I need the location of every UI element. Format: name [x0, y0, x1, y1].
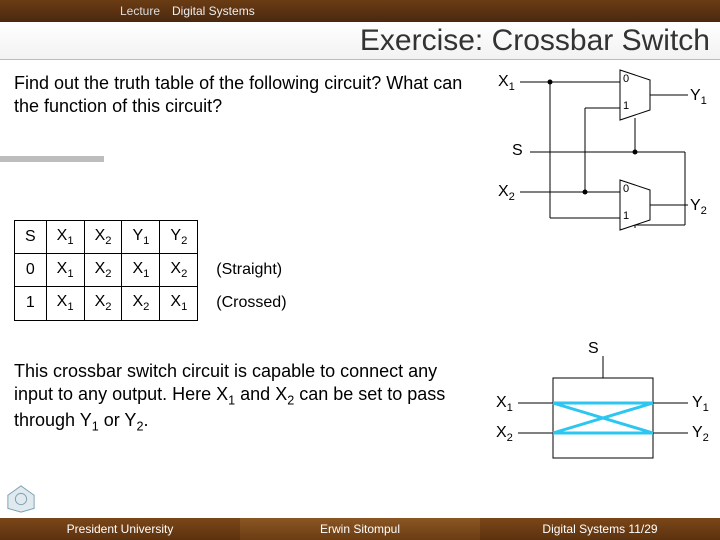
- truth-table: S X1 X2 Y1 Y2 0 X1 X2 X1 X2 (Straight) 1…: [14, 220, 297, 321]
- cell: X2: [84, 254, 122, 287]
- table-row: 1 X1 X2 X2 X1 (Crossed): [15, 287, 297, 320]
- course-name: Digital Systems: [166, 4, 255, 18]
- cell-s1: 1: [15, 287, 47, 320]
- xbar-x2-label: X2: [496, 424, 513, 444]
- footer: President University Erwin Sitompul Digi…: [0, 518, 720, 540]
- cell: X2: [160, 254, 198, 287]
- xbar-y2-label: Y2: [692, 424, 709, 444]
- hdr-s: S: [15, 221, 47, 254]
- footer-left: President University: [0, 518, 240, 540]
- cell: X1: [46, 254, 84, 287]
- cell: X2: [84, 287, 122, 320]
- mux2-in1: 1: [623, 210, 629, 222]
- circuit-y1-label: Y1: [690, 87, 707, 107]
- circuit-x1-label: X1: [498, 73, 515, 93]
- hdr-y2: Y2: [160, 221, 198, 254]
- question-text: Find out the truth table of the followin…: [14, 72, 474, 117]
- xbar-y1-label: Y1: [692, 394, 709, 414]
- cell-s0: 0: [15, 254, 47, 287]
- header-band: Lecture Digital Systems: [0, 0, 720, 22]
- table-header-row: S X1 X2 Y1 Y2: [15, 221, 297, 254]
- hdr-x2: X2: [84, 221, 122, 254]
- explanation-text: This crossbar switch circuit is capable …: [14, 360, 474, 435]
- hdr-y1: Y1: [122, 221, 160, 254]
- circuit-x2-label: X2: [498, 183, 515, 203]
- mux1-in0: 0: [623, 73, 629, 85]
- hdr-x1: X1: [46, 221, 84, 254]
- cell: X1: [160, 287, 198, 320]
- row0-note: (Straight): [198, 254, 297, 287]
- xbar-s-label: S: [588, 340, 599, 358]
- xbar-x1-label: X1: [496, 394, 513, 414]
- lecture-label: Lecture: [0, 4, 166, 18]
- slide-title: Exercise: Crossbar Switch: [0, 22, 720, 60]
- crossbar-symbol: S X1 X2 Y1 Y2: [498, 348, 708, 493]
- mux1-in1: 1: [623, 100, 629, 112]
- circuit-s-label: S: [512, 142, 523, 160]
- mux2-in0: 0: [623, 183, 629, 195]
- decorative-bar: [0, 156, 104, 162]
- university-logo-icon: [6, 484, 36, 514]
- circuit-y2-label: Y2: [690, 197, 707, 217]
- circuit-diagram: X1 X2 Y1 Y2 S 0 1 0 1: [490, 70, 710, 275]
- cell: X1: [122, 254, 160, 287]
- cell: X2: [122, 287, 160, 320]
- hdr-note: [198, 221, 297, 254]
- cell: X1: [46, 287, 84, 320]
- row1-note: (Crossed): [198, 287, 297, 320]
- footer-right: Digital Systems 11/29: [480, 518, 720, 540]
- footer-mid: Erwin Sitompul: [240, 518, 480, 540]
- table-row: 0 X1 X2 X1 X2 (Straight): [15, 254, 297, 287]
- slide: Lecture Digital Systems Exercise: Crossb…: [0, 0, 720, 540]
